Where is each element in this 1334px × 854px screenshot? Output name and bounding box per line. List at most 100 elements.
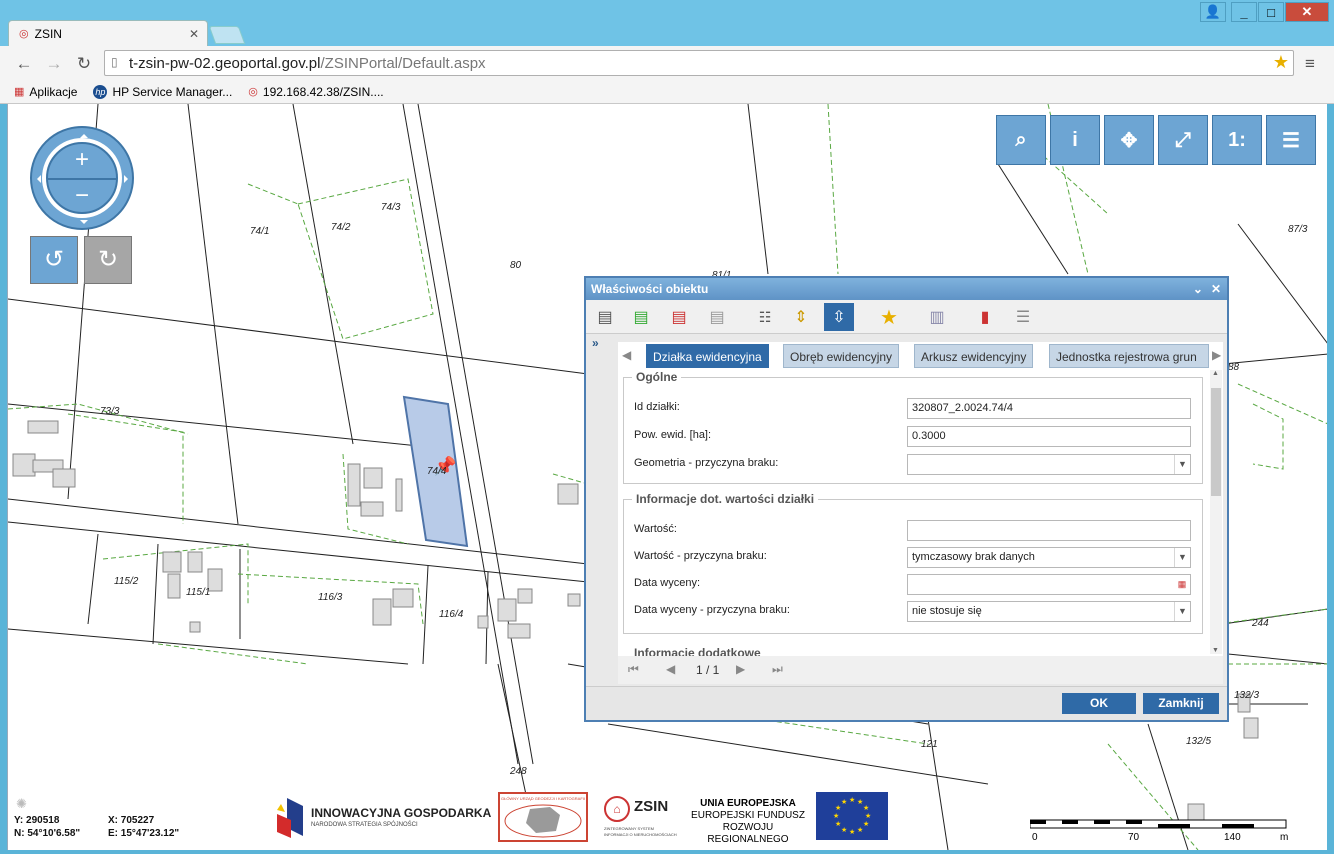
svg-text:★: ★ bbox=[841, 798, 847, 806]
parcel-label: 87/3 bbox=[1288, 224, 1308, 235]
search-icon: ⌕ bbox=[1015, 128, 1027, 151]
select-all-button[interactable]: ▤ bbox=[590, 303, 620, 331]
zsin-house-icon: ⌂ bbox=[604, 796, 630, 822]
scale-bar-graphic bbox=[1029, 819, 1287, 829]
chart-button[interactable]: ▮ bbox=[970, 303, 1000, 331]
menu-icon: ☰ bbox=[1282, 129, 1300, 152]
maximize-button[interactable]: □ bbox=[1258, 2, 1284, 22]
favorite-button[interactable]: ★ bbox=[874, 303, 904, 331]
tree-icon: ☷ bbox=[758, 308, 772, 325]
svg-text:★: ★ bbox=[863, 820, 869, 828]
full-extent-button[interactable]: ✥ bbox=[1104, 115, 1154, 165]
reload-icon[interactable]: ↻ bbox=[74, 54, 94, 74]
tree-view-button[interactable]: ☷ bbox=[750, 303, 780, 331]
tab-dzialka[interactable]: Działka ewidencyjna bbox=[646, 344, 769, 368]
pan-zoom-control[interactable]: + − bbox=[30, 126, 134, 230]
dialog-titlebar[interactable]: Właściwości obiektu ⌄ ✕ bbox=[586, 278, 1227, 300]
wartosc-przyczyna-select[interactable]: tymczasowy brak danych ▼ bbox=[907, 547, 1191, 568]
bookmark-apps[interactable]: ▦ Aplikacje bbox=[14, 85, 77, 99]
parcel-label: 115/2 bbox=[114, 576, 139, 587]
search-tool-button[interactable]: ⌕ bbox=[996, 115, 1046, 165]
pow-ewid-field[interactable]: 0.3000 bbox=[907, 426, 1191, 447]
dialog-close-icon[interactable]: ✕ bbox=[1211, 282, 1221, 296]
user-icon[interactable]: 👤 bbox=[1200, 2, 1226, 22]
info-tool-button[interactable]: i bbox=[1050, 115, 1100, 165]
pan-down-icon[interactable] bbox=[80, 220, 88, 228]
add-to-selection-button[interactable]: ▤ bbox=[626, 303, 656, 331]
minimize-button[interactable]: _ bbox=[1231, 2, 1257, 22]
undo-button[interactable]: ↺ bbox=[30, 236, 78, 284]
ue-line1: UNIA EUROPEJSKA bbox=[700, 798, 796, 809]
scale-button[interactable]: 1: bbox=[1212, 115, 1262, 165]
info-icon: i bbox=[1072, 128, 1078, 151]
tab-close-icon[interactable]: ✕ bbox=[189, 27, 199, 41]
parcel-label: 115/1 bbox=[186, 587, 211, 598]
tab-obreb[interactable]: Obręb ewidencyjny bbox=[783, 344, 900, 368]
expand-rows-icon: ⇕ bbox=[794, 309, 808, 326]
browser-tab[interactable]: ◎ ZSIN ✕ bbox=[8, 20, 208, 46]
menu-button[interactable]: ☰ bbox=[1266, 115, 1316, 165]
tab-jednostka[interactable]: Jednostka rejestrowa grun bbox=[1049, 344, 1209, 368]
ig-title: INNOWACYJNA GOSPODARKA bbox=[311, 806, 492, 820]
zoom-in-button[interactable]: + bbox=[48, 144, 116, 178]
ok-button[interactable]: OK bbox=[1062, 693, 1136, 714]
parcel-label: 132/3 bbox=[1234, 690, 1260, 701]
list-remove-icon: ▤ bbox=[671, 309, 687, 326]
tab-arkusz[interactable]: Arkusz ewidencyjny bbox=[914, 344, 1034, 368]
field-row: Geometria - przyczyna braku: ▼ bbox=[634, 454, 1194, 476]
last-page-icon[interactable]: ⏭ bbox=[772, 662, 783, 677]
remove-from-selection-button[interactable]: ▤ bbox=[664, 303, 694, 331]
next-page-icon[interactable]: ▶ bbox=[736, 662, 745, 676]
redo-button[interactable]: ↻ bbox=[84, 236, 132, 284]
chevron-down-icon[interactable]: ▼ bbox=[1174, 455, 1190, 474]
collapse-icon[interactable]: ⌄ bbox=[1193, 282, 1203, 296]
content-scrollbar[interactable]: ▲ ▼ bbox=[1210, 370, 1222, 654]
chevron-down-icon[interactable]: ▼ bbox=[1174, 548, 1190, 567]
first-page-icon[interactable]: ⏮ bbox=[628, 662, 639, 677]
section-legend: Informacje dodatkowe bbox=[634, 646, 761, 656]
ue-text-logo: UNIA EUROPEJSKA EUROPEJSKI FUNDUSZ ROZWO… bbox=[684, 798, 812, 846]
scroll-up-icon[interactable]: ▲ bbox=[1212, 370, 1219, 377]
prev-page-icon[interactable]: ◀ bbox=[666, 662, 675, 676]
ranking-button[interactable]: ☰ bbox=[1008, 303, 1038, 331]
address-bar[interactable]: ▯ t-zsin-pw-02.geoportal.gov.pl/ZSINPort… bbox=[104, 50, 1294, 76]
side-panel-toggle-icon[interactable]: » bbox=[592, 336, 599, 350]
id-dzialki-field[interactable]: 320807_2.0024.74/4 bbox=[907, 398, 1191, 419]
parcel-label: 132/5 bbox=[1186, 736, 1212, 747]
zoom-out-button[interactable]: − bbox=[48, 178, 116, 212]
close-window-button[interactable]: ✕ bbox=[1285, 2, 1329, 22]
calendar-icon[interactable]: ▦ bbox=[1174, 575, 1190, 594]
svg-text:★: ★ bbox=[863, 804, 869, 812]
clear-selection-button[interactable]: ▤ bbox=[702, 303, 732, 331]
data-wyceny-przyczyna-select[interactable]: nie stosuje się ▼ bbox=[907, 601, 1191, 622]
layer-button[interactable]: ▥ bbox=[922, 303, 952, 331]
scroll-down-icon[interactable]: ▼ bbox=[1212, 647, 1219, 654]
fullscreen-button[interactable]: ⤢ bbox=[1158, 115, 1208, 165]
tabs-scroll-right-icon[interactable]: ▶ bbox=[1212, 348, 1221, 362]
chevron-down-icon[interactable]: ▼ bbox=[1174, 602, 1190, 621]
pan-left-icon[interactable] bbox=[33, 175, 41, 183]
geometria-przyczyna-select[interactable]: ▼ bbox=[907, 454, 1191, 475]
bookmark-star-icon[interactable]: ★ bbox=[1273, 52, 1289, 73]
wartosc-field[interactable] bbox=[907, 520, 1191, 541]
tabs-scroll-left-icon[interactable]: ◀ bbox=[622, 348, 631, 362]
apps-grid-icon: ▦ bbox=[14, 86, 25, 98]
scroll-thumb[interactable] bbox=[1211, 388, 1221, 496]
field-row: Pow. ewid. [ha]: 0.3000 bbox=[634, 426, 1194, 448]
zsin-sub1: ZINTEGROWANY SYSTEM bbox=[604, 826, 655, 831]
forward-icon[interactable]: → bbox=[44, 54, 64, 74]
close-button[interactable]: Zamknij bbox=[1143, 693, 1219, 714]
collapse-rows-button[interactable]: ⇳ bbox=[824, 303, 854, 331]
pan-up-icon[interactable] bbox=[80, 130, 88, 138]
pan-right-icon[interactable] bbox=[124, 175, 132, 183]
field-label: Data wyceny - przyczyna braku: bbox=[634, 604, 790, 616]
back-icon[interactable]: ← bbox=[14, 54, 34, 74]
expand-rows-button[interactable]: ⇕ bbox=[786, 303, 816, 331]
bookmark-hp[interactable]: hp HP Service Manager... bbox=[93, 84, 232, 99]
parcel-label: 74/4 bbox=[427, 466, 447, 477]
field-label: Geometria - przyczyna braku: bbox=[634, 457, 779, 469]
bookmark-zsin[interactable]: ◎ 192.168.42.38/ZSIN.... bbox=[248, 85, 383, 99]
data-wyceny-field[interactable]: ▦ bbox=[907, 574, 1191, 595]
browser-menu-icon[interactable]: ≡ bbox=[1300, 54, 1320, 74]
new-tab-button[interactable] bbox=[208, 26, 246, 44]
